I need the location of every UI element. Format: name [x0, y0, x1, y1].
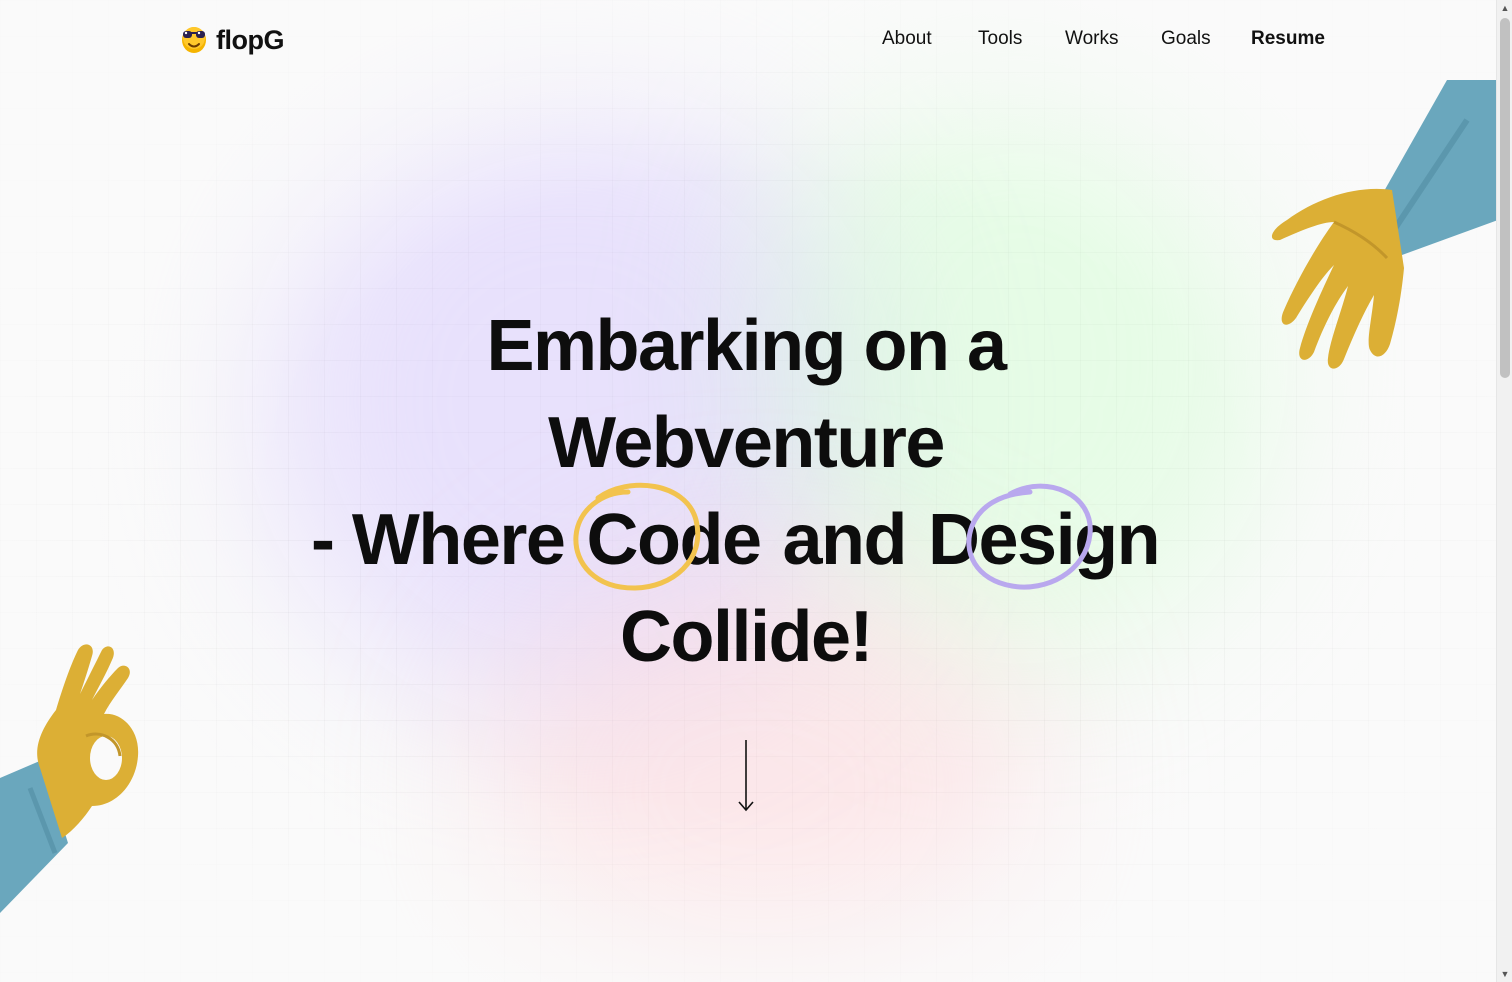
nav-goals[interactable]: Goals [1161, 28, 1211, 50]
highlight-design-text: Design [928, 500, 1161, 580]
hero-line-2-mid: and [782, 500, 907, 580]
page-scrollbar[interactable]: ▲ ▼ [1496, 0, 1512, 982]
hero-line-3: Collide! [620, 597, 874, 677]
nav-about[interactable]: About [882, 28, 932, 50]
site-header: flopG About Tools Works Goals Resume [0, 0, 1496, 80]
brand-name: flopG [216, 25, 284, 55]
scrollbar-thumb[interactable] [1500, 18, 1510, 378]
nav-resume[interactable]: Resume [1251, 28, 1325, 50]
cool-emoji-icon [180, 22, 208, 59]
hero-headline: Embarking on a Webventure - Where Code an… [290, 298, 1202, 686]
nav-works[interactable]: Works [1065, 28, 1118, 50]
highlight-code-text: Code [586, 500, 762, 580]
hero-line-1: Embarking on a Webventure [486, 306, 1007, 483]
scroll-up-icon[interactable]: ▲ [1497, 0, 1512, 16]
brand-logo[interactable]: flopG [180, 22, 284, 59]
ok-hand-icon [0, 638, 146, 923]
highlight-design: Design [906, 483, 1181, 590]
nav-tools[interactable]: Tools [978, 28, 1022, 50]
open-hand-icon [1262, 80, 1498, 377]
scroll-down-icon[interactable]: ▼ [1497, 966, 1512, 982]
scroll-down-arrow-icon[interactable] [736, 738, 756, 819]
highlight-code: Code [564, 482, 782, 591]
hero-line-2-prefix: - Where [310, 500, 566, 580]
landing-page: flopG About Tools Works Goals Resume Emb… [0, 0, 1512, 982]
